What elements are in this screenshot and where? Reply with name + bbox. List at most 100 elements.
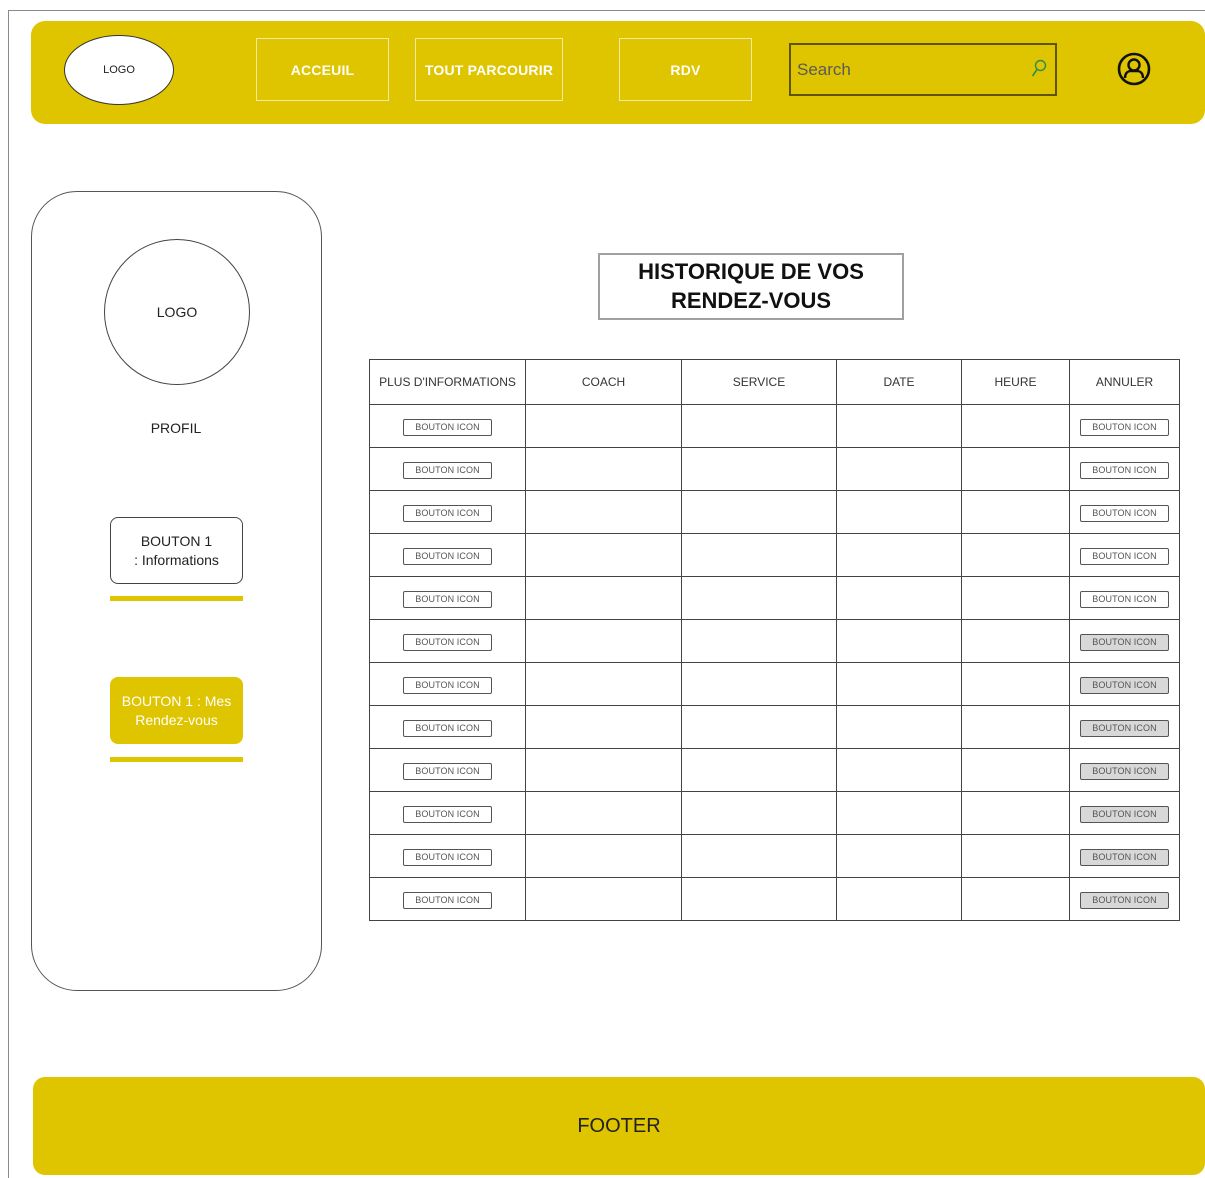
more-info-button[interactable]: BOUTON ICON [403,762,492,780]
cell-info: BOUTON ICON [369,877,526,921]
nav-rdv[interactable]: RDV [619,38,752,101]
cancel-button[interactable]: BOUTON ICON [1080,633,1169,651]
cell-service [681,791,837,835]
cell-annuler: BOUTON ICON [1069,490,1180,534]
more-info-button[interactable]: BOUTON ICON [403,719,492,737]
search-box [789,43,1057,96]
table-row: BOUTON ICON BOUTON ICON [369,705,1180,749]
cell-service [681,834,837,878]
footer: FOOTER [33,1077,1205,1175]
table-row: BOUTON ICON BOUTON ICON [369,662,1180,706]
cell-info: BOUTON ICON [369,791,526,835]
informations-button[interactable]: BOUTON 1 : Informations [110,517,243,584]
cell-service [681,447,837,491]
cell-heure [961,662,1070,706]
cancel-button[interactable]: BOUTON ICON [1080,504,1169,522]
nav-acceuil[interactable]: ACCEUIL [256,38,389,101]
cell-coach [525,447,682,491]
table-row: BOUTON ICON BOUTON ICON [369,791,1180,835]
page-frame-top [8,10,1205,11]
cancel-button[interactable]: BOUTON ICON [1080,762,1169,780]
more-info-button[interactable]: BOUTON ICON [403,848,492,866]
cell-service [681,576,837,620]
cell-date [836,447,962,491]
more-info-button[interactable]: BOUTON ICON [403,547,492,565]
cell-date [836,834,962,878]
header-logo[interactable]: LOGO [64,35,174,105]
table-row: BOUTON ICON BOUTON ICON [369,576,1180,620]
cell-annuler: BOUTON ICON [1069,533,1180,577]
column-header-service: SERVICE [681,359,837,405]
more-info-button[interactable]: BOUTON ICON [403,504,492,522]
cell-service [681,490,837,534]
table-header-row: PLUS D'INFORMATIONS COACH SERVICE DATE H… [369,359,1180,405]
search-input[interactable] [797,45,1027,94]
more-info-button[interactable]: BOUTON ICON [403,590,492,608]
cell-info: BOUTON ICON [369,619,526,663]
cancel-button[interactable]: BOUTON ICON [1080,590,1169,608]
mes-rendez-vous-button[interactable]: BOUTON 1 : Mes Rendez-vous [110,677,243,744]
column-header-coach: COACH [525,359,682,405]
nav-tout-parcourir[interactable]: TOUT PARCOURIR [415,38,563,101]
cancel-button[interactable]: BOUTON ICON [1080,891,1169,909]
appointments-table: PLUS D'INFORMATIONS COACH SERVICE DATE H… [369,359,1180,921]
cell-heure [961,490,1070,534]
column-header-date: DATE [836,359,962,405]
cell-coach [525,705,682,749]
more-info-button[interactable]: BOUTON ICON [403,461,492,479]
cell-service [681,533,837,577]
cell-date [836,404,962,448]
cell-heure [961,748,1070,792]
cell-info: BOUTON ICON [369,447,526,491]
cell-service [681,705,837,749]
cell-coach [525,877,682,921]
more-info-button[interactable]: BOUTON ICON [403,805,492,823]
table-row: BOUTON ICON BOUTON ICON [369,404,1180,448]
cancel-button[interactable]: BOUTON ICON [1080,676,1169,694]
cell-annuler: BOUTON ICON [1069,619,1180,663]
cell-heure [961,877,1070,921]
cancel-button[interactable]: BOUTON ICON [1080,719,1169,737]
column-header-annuler: ANNULER [1069,359,1180,405]
cell-info: BOUTON ICON [369,533,526,577]
cancel-button[interactable]: BOUTON ICON [1080,547,1169,565]
cell-info: BOUTON ICON [369,490,526,534]
table-row: BOUTON ICON BOUTON ICON [369,490,1180,534]
column-header-info: PLUS D'INFORMATIONS [369,359,526,405]
cell-date [836,748,962,792]
cell-service [681,748,837,792]
table-row: BOUTON ICON BOUTON ICON [369,748,1180,792]
user-icon[interactable] [1117,52,1151,86]
cancel-button[interactable]: BOUTON ICON [1080,461,1169,479]
cancel-button[interactable]: BOUTON ICON [1080,805,1169,823]
page-title: HISTORIQUE DE VOS RENDEZ-VOUS [598,253,904,320]
table-body: BOUTON ICON BOUTON ICON BOUTON ICON BOUTON … [369,404,1180,921]
cell-date [836,490,962,534]
more-info-button[interactable]: BOUTON ICON [403,676,492,694]
cell-heure [961,834,1070,878]
cell-coach [525,533,682,577]
search-icon[interactable] [1031,59,1047,79]
cancel-button[interactable]: BOUTON ICON [1080,418,1169,436]
cell-annuler: BOUTON ICON [1069,662,1180,706]
cell-annuler: BOUTON ICON [1069,834,1180,878]
more-info-button[interactable]: BOUTON ICON [403,418,492,436]
more-info-button[interactable]: BOUTON ICON [403,633,492,651]
cell-service [681,619,837,663]
cell-heure [961,576,1070,620]
cell-service [681,877,837,921]
more-info-button[interactable]: BOUTON ICON [403,891,492,909]
cell-annuler: BOUTON ICON [1069,576,1180,620]
cell-heure [961,447,1070,491]
table-row: BOUTON ICON BOUTON ICON [369,533,1180,577]
table-row: BOUTON ICON BOUTON ICON [369,834,1180,878]
cell-date [836,533,962,577]
rendez-vous-underline [110,757,243,762]
cancel-button[interactable]: BOUTON ICON [1080,848,1169,866]
cell-heure [961,705,1070,749]
cell-heure [961,533,1070,577]
cell-annuler: BOUTON ICON [1069,748,1180,792]
table-row: BOUTON ICON BOUTON ICON [369,447,1180,491]
cell-annuler: BOUTON ICON [1069,791,1180,835]
cell-annuler: BOUTON ICON [1069,404,1180,448]
